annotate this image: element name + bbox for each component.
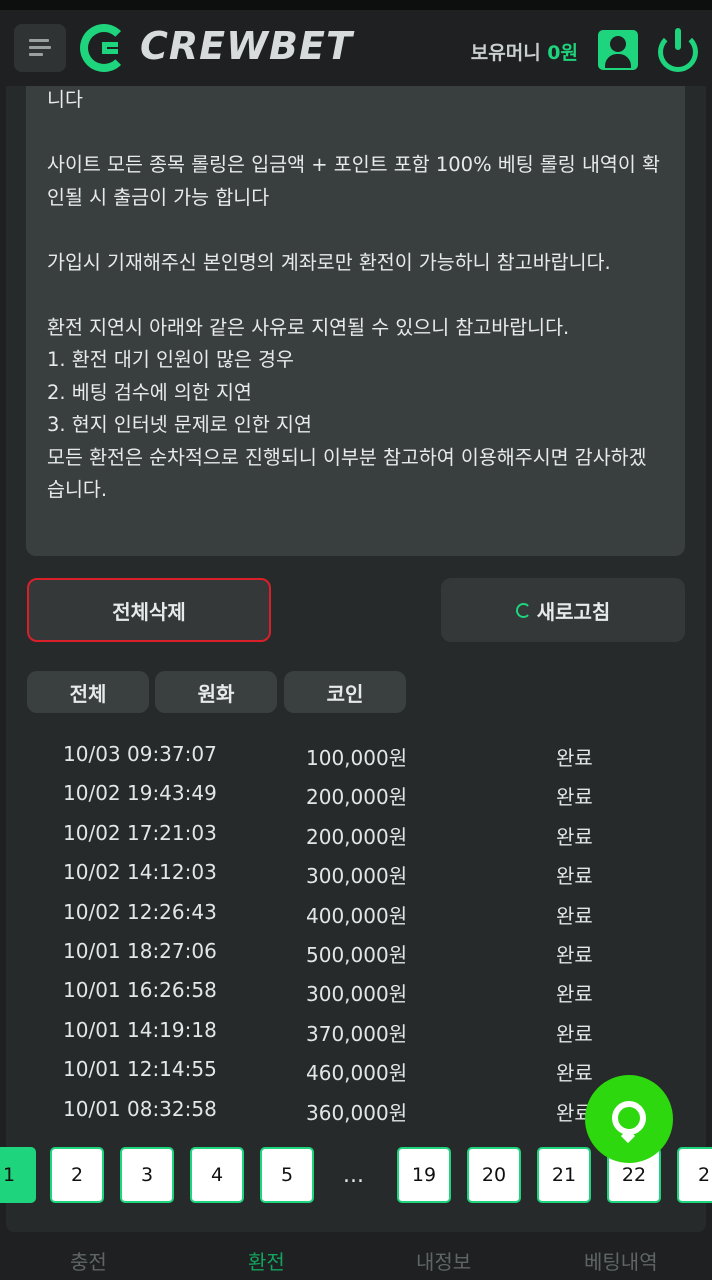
record-status: 완료 — [556, 864, 593, 889]
logo-text: CREWBET — [140, 24, 353, 68]
record-amount: 460,000원 — [306, 1061, 408, 1086]
record-amount: 370,000원 — [306, 1021, 408, 1046]
record-status: 완료 — [556, 942, 593, 967]
record-date: 10/02 17:21:03 — [63, 820, 217, 845]
record-date: 10/02 14:12:03 — [63, 860, 217, 885]
page-button[interactable]: 4 — [190, 1147, 244, 1203]
record-amount: 200,000원 — [306, 824, 408, 849]
page-button[interactable]: 1 — [0, 1147, 36, 1203]
pager-ellipsis: ... — [343, 1163, 364, 1188]
tab-all[interactable]: 전체 — [27, 671, 149, 713]
record-amount: 200,000원 — [306, 785, 408, 810]
record-amount: 360,000원 — [306, 1100, 408, 1125]
list-item: 10/02 17:21:03 200,000원 완료 — [0, 815, 712, 854]
nav-my-info[interactable]: 내정보 — [416, 1246, 471, 1275]
bottom-nav: 충전 환전 내정보 베팅내역 — [0, 1232, 712, 1280]
money-value: 0원 — [547, 42, 578, 64]
refresh-button[interactable]: 새로고침 — [441, 578, 685, 642]
page-button[interactable]: 20 — [467, 1147, 521, 1203]
record-date: 10/01 16:26:58 — [63, 978, 217, 1003]
page-button[interactable]: 21 — [537, 1147, 591, 1203]
list-item: 10/01 16:26:58 300,000원 완료 — [0, 972, 712, 1011]
chat-icon[interactable] — [585, 1075, 673, 1163]
menu-icon[interactable] — [14, 24, 66, 72]
list-item: 10/02 19:43:49 200,000원 완료 — [0, 775, 712, 814]
record-date: 10/02 19:43:49 — [63, 781, 217, 806]
record-status: 완료 — [556, 785, 593, 810]
page-button[interactable]: 5 — [260, 1147, 314, 1203]
page-button[interactable]: 19 — [397, 1147, 451, 1203]
header: CREWBET 보유머니 0원 — [0, 10, 712, 86]
page-button[interactable]: 3 — [120, 1147, 174, 1203]
record-date: 10/02 12:26:43 — [63, 899, 217, 924]
withdraw-list: 10/03 09:37:07 100,000원 완료 10/02 19:43:49 2… — [0, 736, 712, 1130]
delete-all-button[interactable]: 전체삭제 — [27, 578, 271, 642]
tab-coin[interactable]: 코인 — [284, 671, 406, 713]
record-date: 10/01 12:14:55 — [63, 1057, 217, 1082]
nav-deposit[interactable]: 충전 — [70, 1246, 107, 1275]
list-item: 10/02 12:26:43 400,000원 완료 — [0, 894, 712, 933]
money-label: 보유머니 — [470, 42, 541, 64]
record-date: 10/03 09:37:07 — [63, 742, 217, 766]
record-status: 완료 — [556, 746, 593, 770]
record-amount: 500,000원 — [306, 942, 408, 967]
record-amount: 400,000원 — [306, 903, 408, 928]
nav-withdraw[interactable]: 환전 — [248, 1246, 285, 1275]
record-status: 완료 — [556, 982, 593, 1007]
user-icon[interactable] — [598, 30, 638, 70]
record-date: 10/01 08:32:58 — [63, 1096, 217, 1121]
power-icon[interactable] — [658, 28, 698, 72]
record-status: 완료 — [556, 1021, 593, 1046]
notice-text: 니다 사이트 모든 종목 롤링은 입금액 + 포인트 포함 100% 베팅 롤링… — [26, 56, 685, 556]
record-status: 완료 — [556, 1061, 593, 1086]
list-item: 10/01 18:27:06 500,000원 완료 — [0, 933, 712, 972]
record-amount: 300,000원 — [306, 864, 408, 889]
record-date: 10/01 14:19:18 — [63, 1017, 217, 1042]
record-date: 10/01 18:27:06 — [63, 938, 217, 963]
tab-krw[interactable]: 원화 — [155, 671, 277, 713]
nav-bet-history[interactable]: 베팅내역 — [584, 1246, 658, 1275]
delete-all-label: 전체삭제 — [112, 599, 186, 624]
page-button[interactable]: 2 — [677, 1147, 712, 1203]
refresh-label: 새로고침 — [536, 599, 611, 624]
record-status: 완료 — [556, 903, 593, 928]
money-display: 보유머니 0원 — [471, 38, 578, 65]
record-amount: 100,000원 — [306, 746, 408, 770]
list-item: 10/03 09:37:07 100,000원 완료 — [0, 736, 712, 775]
refresh-icon — [515, 602, 531, 618]
record-amount: 300,000원 — [306, 982, 408, 1007]
list-item: 10/01 14:19:18 370,000원 완료 — [0, 1012, 712, 1051]
logo-mark-icon — [80, 24, 128, 72]
record-status: 완료 — [556, 824, 593, 849]
page-button[interactable]: 2 — [50, 1147, 104, 1203]
logo[interactable]: CREWBET — [80, 22, 352, 78]
list-item: 10/02 14:12:03 300,000원 완료 — [0, 854, 712, 893]
status-bar — [0, 0, 712, 10]
